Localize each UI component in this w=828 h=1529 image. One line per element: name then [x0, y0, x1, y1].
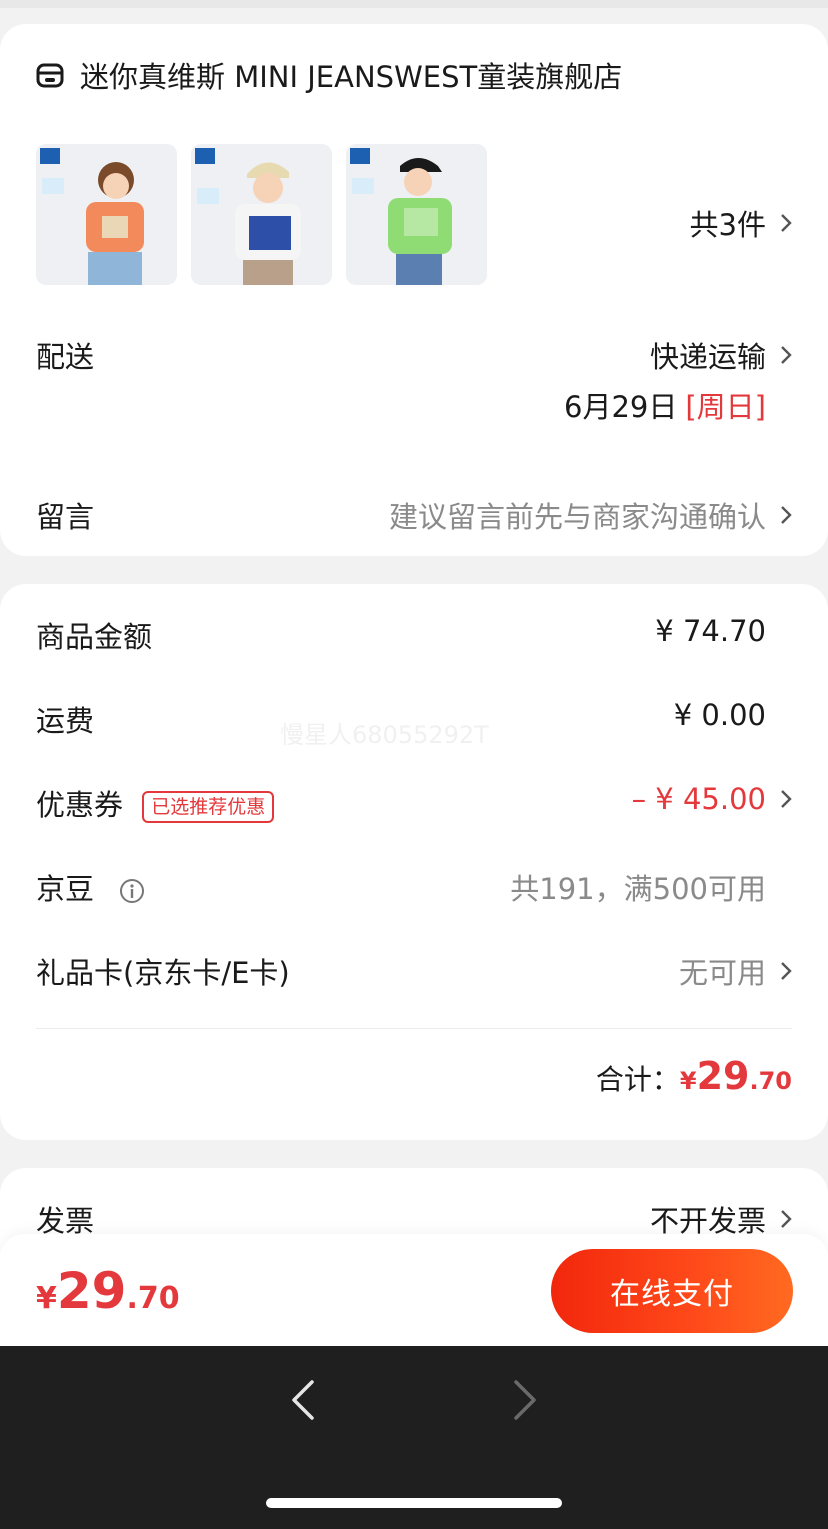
- chevron-right-icon: [781, 346, 792, 364]
- top-strip: [0, 0, 828, 8]
- product-thumbnail[interactable]: [36, 144, 177, 285]
- delivery-label: 配送: [36, 340, 95, 374]
- home-indicator[interactable]: [266, 1498, 562, 1508]
- giftcard-value: 无可用: [678, 956, 766, 990]
- total-integer: 29: [696, 1054, 750, 1098]
- bottom-price: ¥ 29 .70: [36, 1262, 180, 1320]
- forward-arrow-icon[interactable]: [512, 1378, 538, 1422]
- chevron-right-icon: [781, 214, 792, 232]
- delivery-weekday: [周日]: [685, 390, 766, 424]
- jingdou-label: 京豆: [36, 872, 95, 906]
- delivery-date: 6月29日: [564, 390, 678, 424]
- price-summary-card: 商品金额 ¥ 74.70 运费 ¥ 0.00 优惠券 已选推荐优惠 – ¥ 45…: [0, 584, 828, 1140]
- bottom-price-decimal: .70: [126, 1281, 180, 1316]
- store-header[interactable]: 迷你真维斯 MINI JEANSWEST童装旗舰店: [36, 54, 622, 96]
- chevron-right-icon: [781, 1210, 792, 1228]
- total-label: 合计：: [595, 1063, 680, 1096]
- kid-white-shirt-image: [191, 144, 332, 285]
- delivery-method: 快递运输: [649, 340, 766, 374]
- item-count: 共3件: [689, 208, 766, 242]
- store-name: 迷你真维斯 MINI JEANSWEST童装旗舰店: [80, 60, 623, 94]
- chevron-right-icon: [781, 790, 792, 808]
- shipping-value: ¥ 0.00: [673, 698, 766, 732]
- coupon-label-group: 优惠券 已选推荐优惠: [36, 782, 275, 824]
- product-thumbnail[interactable]: [346, 144, 487, 285]
- jingdou-row: 共191，满500可用: [510, 866, 792, 908]
- coupon-label: 优惠券: [36, 788, 124, 822]
- product-thumbnails[interactable]: [36, 144, 501, 285]
- watermark: 慢星人68055292T: [280, 721, 489, 749]
- goods-amount-value: ¥ 74.70: [655, 614, 766, 648]
- divider: [36, 1028, 792, 1029]
- coupon-link[interactable]: – ¥ 45.00: [632, 782, 792, 816]
- jingdou-value: 共191，满500可用: [510, 872, 766, 906]
- message-input[interactable]: 建议留言前先与商家沟通确认: [389, 494, 792, 536]
- total-line: 合计： ¥ 29 .70: [596, 1054, 792, 1098]
- chevron-right-icon: [781, 962, 792, 980]
- giftcard-label: 礼品卡(京东卡/E卡): [36, 956, 290, 990]
- chevron-right-icon: [781, 506, 792, 524]
- giftcard-link[interactable]: 无可用: [679, 950, 792, 992]
- coupon-value: – ¥ 45.00: [631, 782, 766, 816]
- coupon-tag: 已选推荐优惠: [142, 791, 275, 823]
- bottom-price-integer: 29: [56, 1262, 127, 1320]
- bottom-currency: ¥: [36, 1281, 57, 1316]
- total-decimal: .70: [749, 1067, 792, 1095]
- message-placeholder: 建议留言前先与商家沟通确认: [388, 500, 766, 534]
- jingdou-label-group: 京豆: [36, 866, 145, 908]
- browser-nav-bar: [0, 1346, 828, 1529]
- kid-orange-shirt-image: [36, 144, 177, 285]
- product-thumbnail[interactable]: [191, 144, 332, 285]
- checkout-bar: ¥ 29 .70 在线支付: [0, 1234, 828, 1346]
- item-count-link[interactable]: 共3件: [690, 202, 792, 244]
- info-icon[interactable]: [119, 878, 145, 904]
- total-currency: ¥: [679, 1067, 697, 1095]
- pay-online-button[interactable]: 在线支付: [551, 1249, 793, 1333]
- kid-green-shirt-image: [346, 144, 487, 285]
- goods-amount-row: ¥ 74.70: [655, 614, 792, 648]
- shipping-label: 运费: [36, 704, 95, 738]
- shipping-row: ¥ 0.00: [674, 698, 792, 732]
- message-label: 留言: [36, 500, 95, 534]
- goods-amount-label: 商品金额: [36, 620, 153, 654]
- back-arrow-icon[interactable]: [290, 1378, 316, 1422]
- delivery-date-row[interactable]: 6月29日 [周日]: [564, 384, 792, 426]
- delivery-method-link[interactable]: 快递运输: [650, 334, 792, 376]
- store-card: 迷你真维斯 MINI JEANSWEST童装旗舰店 共3件 配送 快递运输 6月…: [0, 24, 828, 556]
- store-icon: [36, 63, 64, 88]
